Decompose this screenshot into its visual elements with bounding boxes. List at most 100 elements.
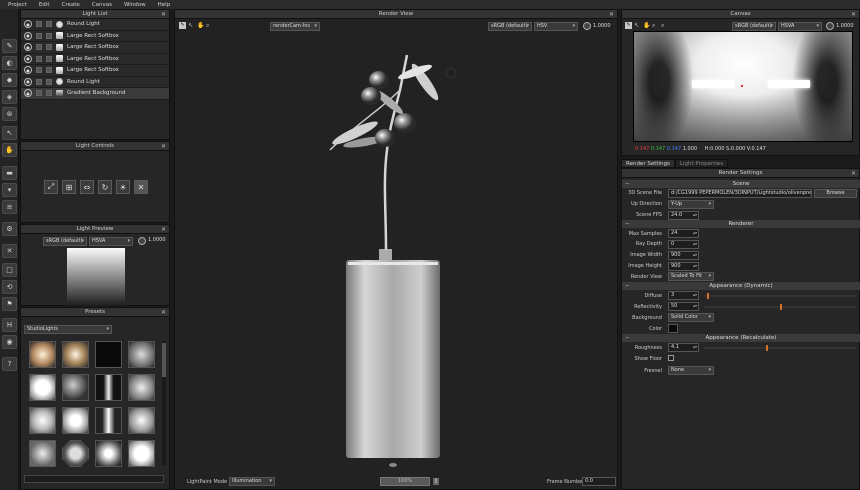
eye-icon[interactable]: ● bbox=[24, 66, 32, 75]
eye-icon[interactable]: ● bbox=[24, 20, 32, 29]
ray-depth-input[interactable]: 0 ▴▾ bbox=[668, 240, 699, 249]
x-control-icon[interactable]: ✕ bbox=[134, 180, 148, 194]
menu-window[interactable]: Window bbox=[118, 2, 152, 8]
reflectivity-slider[interactable] bbox=[704, 304, 856, 310]
preset-thumb[interactable] bbox=[62, 341, 89, 368]
dropdown-tool-icon[interactable]: ▾ bbox=[2, 183, 17, 197]
sphere-icon[interactable]: ◉ bbox=[2, 335, 17, 349]
menu-help[interactable]: Help bbox=[152, 2, 177, 8]
eye-icon[interactable]: ● bbox=[24, 54, 32, 63]
move-control-icon[interactable]: ⊞ bbox=[62, 180, 76, 194]
canvas-pointer-icon[interactable]: ↖ bbox=[634, 22, 639, 29]
preset-thumb[interactable] bbox=[62, 440, 89, 467]
appearance-recalculate-section-header[interactable]: − Appearance (Recalculate) bbox=[622, 334, 860, 342]
scene-section-header[interactable]: − Scene bbox=[622, 180, 860, 188]
preset-thumb[interactable] bbox=[29, 407, 56, 434]
preset-thumb[interactable] bbox=[95, 440, 122, 467]
diffuse-input[interactable]: 3 ▴▾ bbox=[668, 291, 699, 300]
background-color-swatch[interactable] bbox=[668, 324, 678, 333]
eye-icon[interactable]: ● bbox=[24, 31, 32, 40]
lock-toggle[interactable] bbox=[36, 32, 42, 39]
menu-edit[interactable]: Edit bbox=[33, 2, 56, 8]
solo-toggle[interactable] bbox=[46, 32, 52, 39]
solo-toggle[interactable] bbox=[46, 78, 52, 85]
rotate-tool-icon[interactable]: ⟲ bbox=[2, 280, 17, 294]
close-icon[interactable]: ✕ bbox=[160, 226, 167, 233]
square-tool-icon[interactable]: □ bbox=[2, 263, 17, 277]
canvas-reset-icon[interactable] bbox=[826, 22, 834, 30]
preview-reset-icon[interactable] bbox=[138, 237, 146, 245]
tab-render-settings[interactable]: Render Settings bbox=[621, 159, 675, 168]
reflectivity-slider-knob[interactable] bbox=[780, 304, 782, 310]
light-list-item[interactable]: ● Large Rect Softbox bbox=[21, 53, 169, 65]
up-direction-select[interactable]: Y-Up ▾ bbox=[668, 200, 714, 209]
roughness-slider[interactable] bbox=[704, 345, 856, 351]
hand-tool-icon[interactable]: ✋ bbox=[2, 143, 17, 157]
close-icon[interactable]: ✕ bbox=[850, 170, 857, 177]
fresnel-select[interactable]: None ▾ bbox=[668, 366, 714, 375]
canvas-zoom-out-icon[interactable]: ⌕ bbox=[661, 22, 664, 30]
roughness-slider-knob[interactable] bbox=[766, 345, 768, 351]
collapse-icon[interactable]: − bbox=[625, 220, 630, 228]
bar-tool-icon[interactable]: ≡ bbox=[2, 200, 17, 214]
light-list-item[interactable]: ● Large Rect Softbox bbox=[21, 65, 169, 77]
stretch-control-icon[interactable]: ⇔ bbox=[80, 180, 94, 194]
preset-thumb[interactable] bbox=[95, 407, 122, 434]
light-list-item[interactable]: ● Gradient Background bbox=[21, 88, 169, 100]
show-floor-checkbox[interactable] bbox=[668, 355, 674, 361]
preset-thumb[interactable] bbox=[128, 440, 155, 467]
diffuse-slider-knob[interactable] bbox=[707, 293, 709, 299]
collapse-icon[interactable]: − bbox=[625, 334, 630, 342]
flag-tool-icon[interactable]: ⚑ bbox=[2, 297, 17, 311]
lock-toggle[interactable] bbox=[36, 90, 42, 97]
canvas-image[interactable] bbox=[633, 31, 853, 142]
canvas-light-shape[interactable] bbox=[768, 80, 810, 88]
light-list-item[interactable]: ● Round Light bbox=[21, 19, 169, 31]
strip-tool-icon[interactable]: ▬ bbox=[2, 166, 17, 180]
preset-thumb[interactable] bbox=[29, 440, 56, 467]
lock-toggle[interactable] bbox=[36, 67, 42, 74]
preset-thumb[interactable] bbox=[29, 341, 56, 368]
rect-light-tool-icon[interactable]: ◆ bbox=[2, 73, 17, 87]
preset-thumb[interactable] bbox=[128, 374, 155, 401]
preset-thumb[interactable] bbox=[62, 374, 89, 401]
help-icon[interactable]: ? bbox=[2, 357, 17, 371]
eye-icon[interactable]: ● bbox=[24, 43, 32, 52]
canvas-hand-icon[interactable]: ✋ bbox=[643, 22, 650, 29]
browse-button[interactable]: Browse bbox=[814, 189, 857, 198]
scale-control-icon[interactable]: ⤢ bbox=[44, 180, 58, 194]
collapse-icon[interactable]: − bbox=[625, 282, 630, 290]
gear-icon[interactable]: ⚙ bbox=[2, 222, 17, 236]
menu-create[interactable]: Create bbox=[55, 2, 85, 8]
canvas-mode-select[interactable]: HSVA ▾ bbox=[778, 22, 822, 31]
eye-icon[interactable]: ● bbox=[24, 89, 32, 98]
close-icon[interactable]: ✕ bbox=[2, 244, 17, 258]
preset-thumb[interactable] bbox=[128, 407, 155, 434]
canvas-zoom-icon[interactable]: ⌕ bbox=[652, 22, 655, 30]
pointer-tool-icon[interactable]: ↖ bbox=[2, 126, 17, 140]
canvas-colorspace-select[interactable]: sRGB (default) ▾ bbox=[732, 22, 776, 31]
preset-thumb[interactable] bbox=[95, 341, 122, 368]
lock-toggle[interactable] bbox=[36, 44, 42, 51]
softbox-tool-icon[interactable]: ◐ bbox=[2, 56, 17, 70]
eye-icon[interactable]: ● bbox=[24, 77, 32, 86]
preset-thumb[interactable] bbox=[128, 341, 155, 368]
pause-icon[interactable]: ∥ bbox=[433, 478, 439, 485]
preset-thumb[interactable] bbox=[95, 374, 122, 401]
diamond-light-tool-icon[interactable]: ◈ bbox=[2, 90, 17, 104]
image-height-input[interactable]: 900 ▴▾ bbox=[668, 262, 699, 271]
preset-thumb[interactable] bbox=[29, 374, 56, 401]
presets-scrollbar[interactable] bbox=[162, 341, 166, 465]
preset-thumb[interactable] bbox=[62, 407, 89, 434]
scene-fps-input[interactable]: 24.0 ▴▾ bbox=[668, 211, 699, 220]
reflectivity-input[interactable]: 50 ▴▾ bbox=[668, 302, 699, 311]
solo-toggle[interactable] bbox=[46, 21, 52, 28]
preview-mode-select[interactable]: HSVA ▾ bbox=[89, 237, 133, 246]
appearance-dynamic-section-header[interactable]: − Appearance (Dynamic) bbox=[622, 282, 860, 290]
brush-tool-icon[interactable]: ✎ bbox=[2, 39, 17, 53]
render-view-select[interactable]: Scaled To Fit ▾ bbox=[668, 272, 714, 281]
close-icon[interactable]: ✕ bbox=[160, 143, 167, 150]
image-width-input[interactable]: 900 ▴▾ bbox=[668, 251, 699, 260]
lock-toggle[interactable] bbox=[36, 55, 42, 62]
canvas-paint-icon[interactable]: ✎ bbox=[625, 22, 632, 29]
